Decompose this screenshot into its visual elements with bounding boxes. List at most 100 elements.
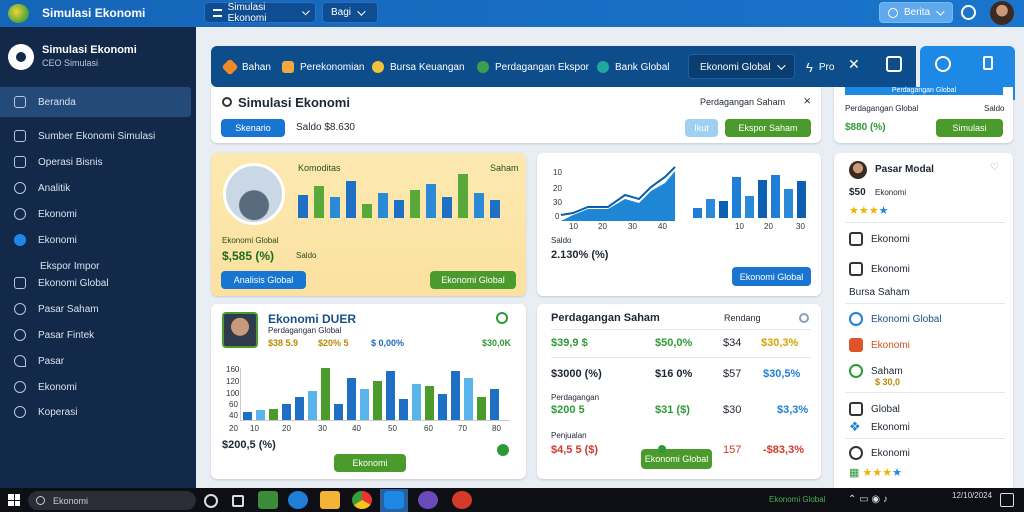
notification-icon[interactable] — [1000, 493, 1014, 507]
panel-item-2[interactable]: Ekonomi — [849, 262, 910, 276]
panel-item-label: Ekonomi — [871, 421, 910, 433]
panel-stat-sub: Ekonomi — [875, 188, 907, 197]
files-app-icon[interactable] — [258, 491, 278, 509]
panel-item-4[interactable]: Ekonomi Global — [849, 312, 942, 326]
commodity-bar-chart — [296, 172, 510, 218]
chat-icon[interactable] — [935, 56, 951, 72]
user-avatar[interactable] — [990, 1, 1014, 25]
export-button[interactable]: Ekspor Saham — [725, 119, 811, 137]
sidebar-item-market[interactable]: Pasar — [14, 352, 64, 370]
tray-icons[interactable]: ⌃ ▭ ◉ ♪ — [848, 494, 888, 505]
row-label: Penjualan — [551, 431, 587, 440]
taskview-icon[interactable] — [204, 494, 218, 508]
panel-item-label: Global — [871, 403, 900, 415]
chart-bar — [442, 197, 452, 218]
news-icon — [888, 7, 898, 18]
sidebar-item-export[interactable]: Ekspor Impor — [40, 261, 99, 272]
heart-icon[interactable]: ♡ — [990, 162, 999, 173]
right-top-label: Perdagangan Global — [845, 87, 1003, 95]
table-divider — [551, 357, 811, 358]
sidebar-item-global[interactable]: Ekonomi Global — [14, 274, 109, 292]
chart-bar — [474, 192, 484, 218]
nav-item-trade[interactable]: Perdagangan Ekspor — [477, 58, 589, 76]
menu-share-dropdown[interactable]: Bagi — [322, 2, 378, 23]
x-tick: 20 — [598, 222, 607, 231]
y-tick: 20 — [553, 184, 562, 193]
x-tick: 30 — [628, 222, 637, 231]
global-analysis-button[interactable]: Analisis Global — [221, 271, 306, 289]
area-global-button[interactable]: Ekonomi Global — [732, 267, 811, 286]
nav-item-exchange[interactable]: Bursa Keuangan — [372, 58, 465, 76]
home-icon — [14, 96, 26, 108]
sidebar-item-economy-2[interactable]: Ekonomi — [14, 231, 77, 249]
table-icon — [849, 232, 863, 246]
panel-item-5[interactable]: Ekonomi — [849, 338, 910, 352]
teams-app-icon[interactable] — [418, 491, 438, 509]
sidebar-item-fintech[interactable]: Pasar Fintek — [14, 326, 94, 344]
nav-item-bank[interactable]: Bank Global — [597, 58, 669, 76]
follow-button[interactable]: Ikut — [685, 119, 718, 137]
panel-item-1[interactable]: Ekonomi — [849, 232, 910, 246]
panel-item-6[interactable]: Saham — [849, 364, 903, 378]
panel-item-3[interactable]: Bursa Saham — [849, 287, 910, 298]
divider — [845, 303, 1005, 304]
panel-item-9[interactable]: Ekonomi — [849, 446, 910, 460]
status-dot-icon — [497, 444, 509, 456]
folder-app-icon[interactable] — [320, 491, 340, 509]
bag-icon[interactable] — [886, 56, 902, 72]
divider — [845, 222, 1005, 223]
chart-bar — [758, 179, 767, 218]
cell: $4,5 5 ($) — [551, 444, 599, 456]
chrome-app-icon[interactable] — [352, 491, 372, 509]
pin-icon — [14, 355, 26, 367]
chart-bar — [797, 180, 806, 218]
panel-item-7[interactable]: Global — [849, 402, 900, 416]
search-icon — [36, 496, 45, 505]
nav-item-pro[interactable]: ϟ Pro — [806, 58, 834, 76]
media-app-icon[interactable] — [452, 491, 472, 509]
settings-icon[interactable] — [961, 5, 976, 20]
nav-item-materials[interactable]: Bahan — [221, 58, 271, 76]
nav-item-economy[interactable]: Perekonomian — [282, 58, 364, 76]
phone-icon[interactable] — [983, 56, 993, 70]
user-avatar[interactable] — [8, 44, 34, 70]
taskbar-status: Ekonomi Global — [769, 495, 826, 504]
news-dropdown[interactable]: Berita — [879, 2, 953, 23]
close-icon[interactable]: ⨯ — [803, 96, 811, 107]
nav-label: Bank Global — [615, 61, 670, 73]
sidebar-item-operations[interactable]: Operasi Bisnis — [14, 153, 102, 171]
sidebar-item-analytics[interactable]: Analitik — [14, 179, 70, 197]
global-economy-button[interactable]: Ekonomi Global — [430, 271, 516, 289]
profile-economy-button[interactable]: Ekonomi — [334, 454, 406, 472]
menu-simulation-dropdown[interactable]: Simulasi Ekonomi — [204, 2, 316, 24]
sidebar-item-sources[interactable]: Sumber Ekonomi Simulasi — [14, 127, 155, 145]
panel-item-8[interactable]: ❖ Ekonomi — [849, 420, 910, 434]
sidebar-item-economy[interactable]: Ekonomi — [14, 205, 77, 223]
sidebar-item-economy-3[interactable]: Ekonomi — [14, 378, 77, 396]
table-global-button[interactable]: Ekonomi Global — [641, 449, 712, 469]
sidebar-item-cooperative[interactable]: Koperasi — [14, 403, 77, 421]
check-icon[interactable] — [799, 313, 809, 323]
scenario-button[interactable]: Skenario — [221, 119, 285, 137]
rating-stars: ▦ ★★★★ — [849, 467, 902, 479]
close-icon[interactable]: ✕ — [848, 56, 860, 73]
gear-icon — [14, 329, 26, 341]
menu-label: Bagi — [331, 7, 352, 18]
chart-bar — [373, 381, 382, 420]
globe-icon — [849, 312, 863, 326]
store-app-icon[interactable] — [384, 491, 404, 509]
panel-item-label: Ekonomi — [871, 233, 910, 245]
nav-label: Bahan — [242, 61, 271, 73]
sidebar-item-stocks[interactable]: Pasar Saham — [14, 300, 99, 318]
refresh-icon[interactable] — [496, 312, 508, 324]
chat-app-icon[interactable] — [232, 495, 244, 507]
sidebar-item-home[interactable]: Beranda — [14, 93, 76, 111]
divider — [845, 438, 1005, 439]
nav-label: Pro — [818, 61, 835, 73]
simulate-button[interactable]: Simulasi — [936, 119, 1003, 137]
edge-app-icon[interactable] — [288, 491, 308, 509]
user-icon — [16, 52, 26, 62]
start-icon[interactable] — [8, 494, 20, 506]
clock-date: 12/10/2024 — [952, 491, 993, 500]
taskbar-search[interactable]: Ekonomi — [28, 491, 196, 510]
